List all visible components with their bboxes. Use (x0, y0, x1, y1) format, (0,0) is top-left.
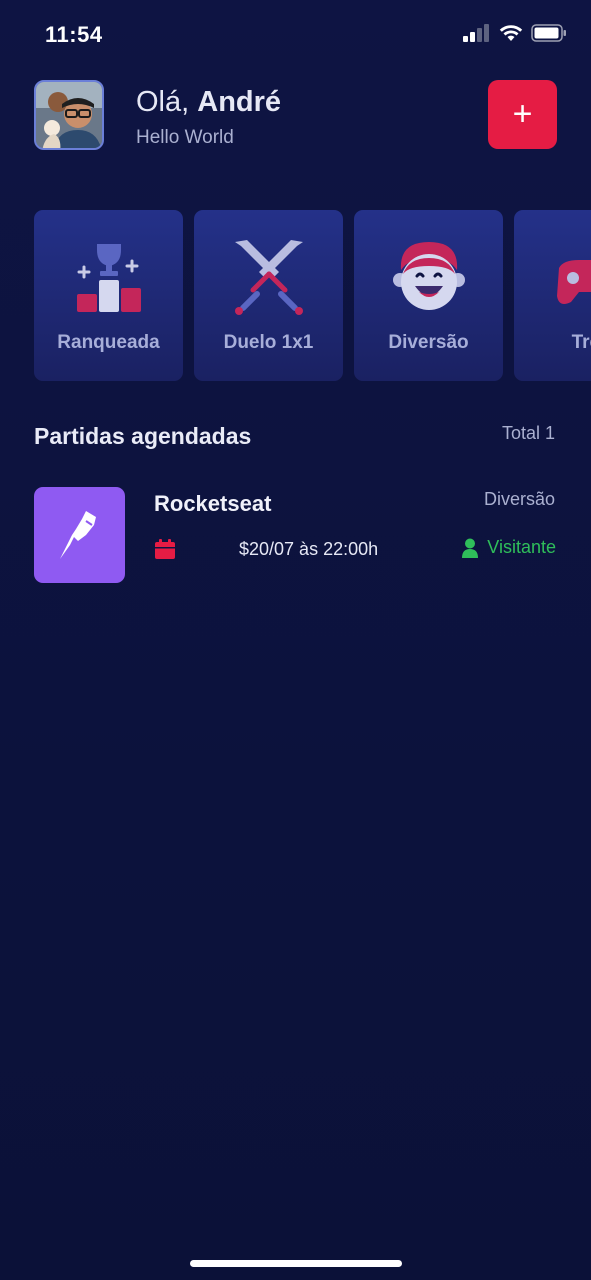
add-match-button[interactable]: + (488, 80, 557, 149)
rocketseat-logo-icon (59, 511, 96, 559)
battery-icon (531, 24, 566, 42)
match-role-label: Visitante (487, 537, 556, 557)
category-carousel[interactable]: Ranqueada Duelo 1x1 Diversão Tr (34, 210, 591, 382)
plus-icon: + (512, 95, 533, 133)
status-icons (463, 24, 567, 42)
match-date: $20/07 às 22:00h (239, 539, 379, 559)
category-ranqueada[interactable]: Ranqueada (34, 210, 183, 381)
avatar[interactable] (34, 80, 104, 150)
user-name: André (197, 86, 282, 118)
match-name: Rocketseat (154, 491, 272, 516)
signal-icon (463, 24, 489, 42)
section-title: Partidas agendadas (34, 423, 252, 449)
category-label: Duelo 1x1 (223, 332, 314, 353)
smiling-face-icon (392, 242, 465, 310)
match-thumbnail (34, 487, 125, 583)
match-role: Visitante (461, 537, 556, 558)
greeting: Olá, André (136, 86, 281, 119)
wifi-icon (499, 25, 523, 41)
calendar-icon (154, 538, 176, 565)
header: Olá, André Hello World + (34, 80, 557, 150)
trophy-podium-icon (76, 244, 141, 312)
gamepad-icon (556, 260, 591, 304)
greeting-subtitle: Hello World (136, 127, 234, 148)
list-item[interactable]: Rocketseat Diversão $20/07 às 22:00h Vis… (34, 487, 557, 585)
category-diversao[interactable]: Diversão (354, 210, 503, 381)
user-icon (462, 538, 479, 558)
category-treino[interactable]: Trei (514, 210, 591, 381)
crossed-swords-icon (234, 240, 303, 315)
category-label: Diversão (388, 332, 469, 353)
home-indicator[interactable] (190, 1260, 402, 1267)
match-category: Diversão (483, 489, 555, 509)
category-duelo[interactable]: Duelo 1x1 (194, 210, 343, 381)
greeting-prefix: Olá, (136, 86, 190, 118)
category-label: Trei (571, 332, 591, 353)
status-time: 11:54 (45, 22, 103, 47)
section-total: Total 1 (501, 423, 555, 443)
category-label: Ranqueada (57, 332, 160, 353)
avatar-photo-icon (36, 82, 102, 148)
status-bar: 11:54 (0, 0, 591, 70)
